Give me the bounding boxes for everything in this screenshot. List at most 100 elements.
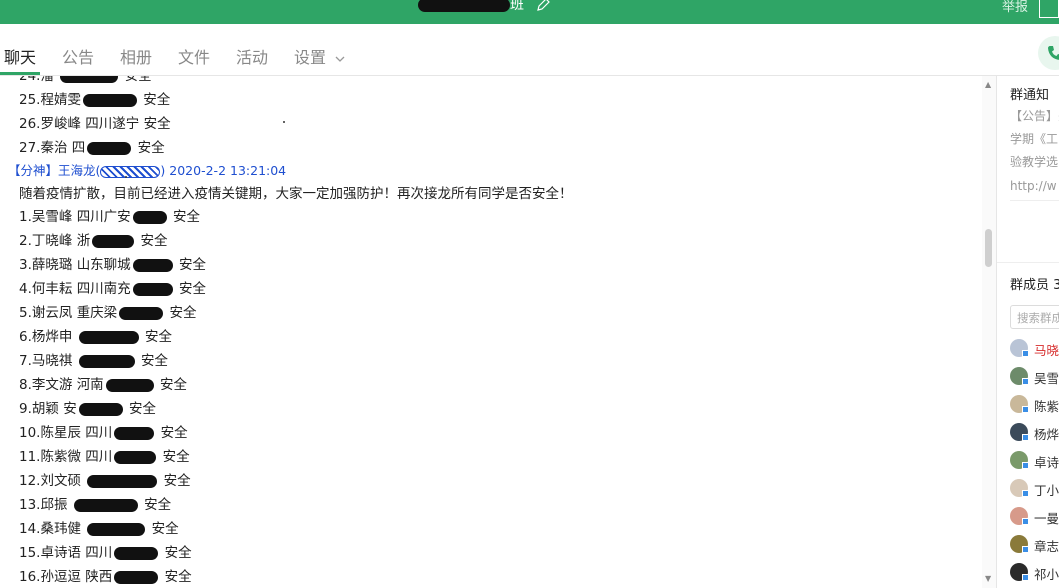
item-place: 四川 [85,425,113,441]
message-sender-end: ) [160,163,166,178]
message-intro: 随着疫情扩散，目前已经进入疫情关键期，大家一定加强防护！再次接龙所有同学是否安全… [19,186,573,202]
redaction-mark [78,402,123,416]
item-name: 吴雪峰 [31,209,73,225]
voice-call-button[interactable] [1038,36,1059,70]
scrollbar-thumb[interactable] [985,229,992,267]
device-badge-icon [1022,462,1029,469]
item-place: 河南 [76,377,104,393]
item-name: 孙逗逗 [40,569,81,585]
list-item: 3.薛晓璐 山东聊城 安全 [19,255,206,275]
item-place: 重庆梁 [76,305,118,321]
tab-album[interactable]: 相册 [120,44,152,68]
redaction-mark [132,258,173,272]
group-title: 班 [418,0,524,14]
stray-dot [125,176,127,178]
tab-settings[interactable]: 设置 [294,44,345,68]
item-status: 安全 [164,569,192,585]
item-number: 2. [19,233,32,249]
member-search-input[interactable]: 搜索群成 [1010,305,1059,329]
item-status: 安全 [143,116,171,132]
member-name: 吴雪 [1034,371,1059,386]
item-status: 安全 [163,473,191,489]
list-item: 1.吴雪峰 四川广安 安全 [19,207,200,227]
item-number: 7. [19,353,32,369]
redaction-mark [78,330,139,344]
tab-chat[interactable]: 聊天 [4,44,36,68]
list-item: 12.刘文硕 安全 [19,471,191,491]
item-number: 11. [19,449,41,465]
item-name: 何丰耘 [31,281,73,297]
item-place: 四 [71,140,86,156]
list-item: 10.陈星辰 四川 安全 [19,423,188,443]
phone-icon [1048,46,1059,60]
notice-line[interactable]: 学期《工 [1010,128,1058,150]
tab-settings-label: 设置 [294,48,327,67]
item-status: 安全 [178,257,206,273]
active-tab-indicator [0,72,40,75]
device-badge-icon [1022,406,1029,413]
item-name: 丁晓峰 [31,233,73,249]
chat-message-area[interactable]: 24.潘 安全 25.程婧雯 安全 26.罗峻峰 四川遂宁 安全 27.秦治 四… [0,76,982,588]
redaction-mark [82,93,137,107]
item-status: 安全 [124,76,152,84]
device-badge-icon [1022,434,1029,441]
item-status: 安全 [162,449,190,465]
item-name: 卓诗语 [40,545,81,561]
tab-announcements[interactable]: 公告 [62,44,94,68]
item-place: 四川广安 [76,209,131,225]
notice-line[interactable]: 【公告】关 [1010,105,1059,127]
member-name: 一曼 [1034,511,1059,526]
redaction-mark [87,522,146,536]
item-place: 四川 [85,545,113,561]
item-place: 安 [63,401,77,417]
item-place: 浙 [76,233,91,249]
member-name: 章志 [1034,539,1059,554]
notice-line[interactable]: http://w [1010,175,1057,197]
scroll-down-arrow-icon[interactable]: ▼ [985,574,991,583]
item-name: 桑玮健 [40,521,81,537]
device-badge-icon [1022,490,1029,497]
title-bar: 班 举报 [0,0,1059,24]
item-status: 安全 [140,353,168,369]
scroll-up-arrow-icon[interactable]: ▲ [985,80,991,89]
member-name: 祁小 [1034,567,1059,582]
redaction-mark [119,306,164,320]
message-sender[interactable]: 王海龙( [58,163,100,178]
item-name: 薛晓璐 [31,257,73,273]
list-item: 16.孙逗逗 陕西 安全 [19,567,192,587]
chat-scrollbar[interactable] [982,76,996,588]
notice-line[interactable]: 验教学选 [1010,151,1058,173]
item-number: 26. [19,116,41,132]
item-number: 9. [19,401,32,417]
item-number: 6. [19,329,32,345]
item-name: 程婧雯 [40,92,81,108]
item-status: 安全 [144,329,172,345]
item-number: 10. [19,425,41,441]
redaction-mark [132,282,173,296]
device-badge-icon [1022,350,1029,357]
message-header: 【分神】王海龙() 2020-2-2 13:21:04 [8,162,286,180]
item-number: 8. [19,377,32,393]
item-place: 四川遂宁 [85,116,140,132]
window-control-button[interactable] [1039,0,1059,18]
list-item: 26.罗峻峰 四川遂宁 安全 [19,114,171,134]
tab-files[interactable]: 文件 [178,44,210,68]
list-item: 8.李文游 河南 安全 [19,375,187,395]
item-place: 陕西 [85,569,113,585]
notice-title: 群通知 [1010,88,1050,103]
member-name: 马晓 [1034,343,1059,358]
item-name: 邱振 [40,497,68,513]
member-name: 杨烨 [1034,427,1059,442]
list-item: 6.杨烨申 安全 [19,327,172,347]
item-name: 马晓祺 [31,353,73,369]
item-number: 3. [19,257,32,273]
item-number: 1. [19,209,32,225]
report-link[interactable]: 举报 [1002,0,1028,15]
edit-icon[interactable] [536,0,550,12]
list-item: 9.胡颖 安 安全 [19,399,156,419]
tab-activities[interactable]: 活动 [236,44,268,68]
item-place: 山东聊城 [76,257,131,273]
item-place: 四川南充 [76,281,131,297]
group-title-text: 班 [510,0,524,13]
list-item: 2.丁晓峰 浙 安全 [19,231,167,251]
